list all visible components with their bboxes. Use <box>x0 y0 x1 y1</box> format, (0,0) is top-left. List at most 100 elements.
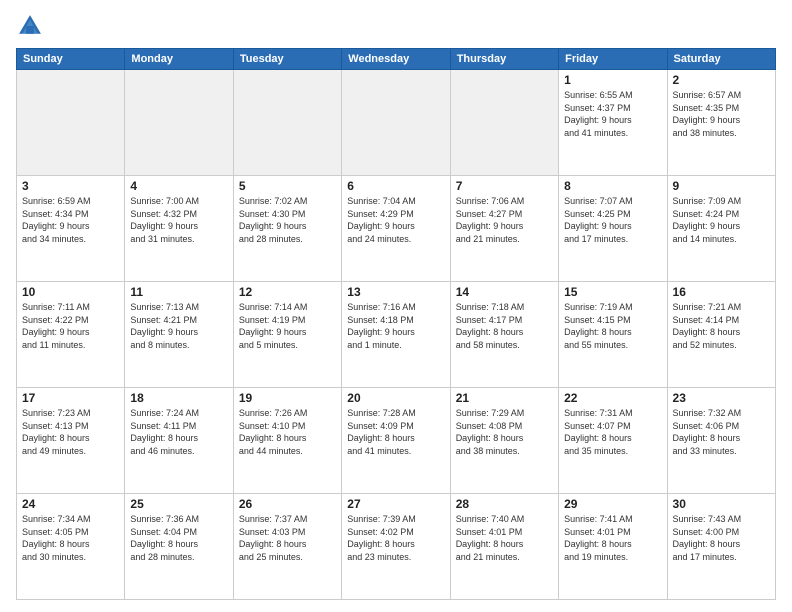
day-number: 19 <box>239 391 336 405</box>
day-number: 10 <box>22 285 119 299</box>
day-number: 6 <box>347 179 444 193</box>
day-info: Sunrise: 7:37 AM Sunset: 4:03 PM Dayligh… <box>239 513 336 563</box>
day-cell-19: 19 Sunrise: 7:26 AM Sunset: 4:10 PM Dayli… <box>233 388 341 494</box>
day-info: Sunrise: 7:14 AM Sunset: 4:19 PM Dayligh… <box>239 301 336 351</box>
day-info: Sunrise: 7:04 AM Sunset: 4:29 PM Dayligh… <box>347 195 444 245</box>
day-info: Sunrise: 6:55 AM Sunset: 4:37 PM Dayligh… <box>564 89 661 139</box>
day-number: 28 <box>456 497 553 511</box>
day-cell-27: 27Sunrise: 7:39 AM Sunset: 4:02 PM Dayli… <box>342 494 450 600</box>
day-cell-15: 15 Sunrise: 7:19 AM Sunset: 4:15 PM Dayli… <box>559 282 667 388</box>
weekday-header-saturday: Saturday <box>667 49 775 70</box>
day-info: Sunrise: 7:29 AM Sunset: 4:08 PM Dayligh… <box>456 407 553 457</box>
day-info: Sunrise: 7:13 AM Sunset: 4:21 PM Dayligh… <box>130 301 227 351</box>
day-info: Sunrise: 7:06 AM Sunset: 4:27 PM Dayligh… <box>456 195 553 245</box>
day-number: 12 <box>239 285 336 299</box>
day-number: 22 <box>564 391 661 405</box>
day-cell-22: 22 Sunrise: 7:31 AM Sunset: 4:07 PM Dayli… <box>559 388 667 494</box>
header <box>16 12 776 40</box>
day-number: 29 <box>564 497 661 511</box>
day-info: Sunrise: 7:23 AM Sunset: 4:13 PM Dayligh… <box>22 407 119 457</box>
day-number: 13 <box>347 285 444 299</box>
day-info: Sunrise: 7:07 AM Sunset: 4:25 PM Dayligh… <box>564 195 661 245</box>
day-cell-24: 24 Sunrise: 7:34 AM Sunset: 4:05 PM Dayli… <box>17 494 125 600</box>
day-info: Sunrise: 7:31 AM Sunset: 4:07 PM Dayligh… <box>564 407 661 457</box>
day-cell-20: 20 Sunrise: 7:28 AM Sunset: 4:09 PM Dayli… <box>342 388 450 494</box>
day-info: Sunrise: 7:36 AM Sunset: 4:04 PM Dayligh… <box>130 513 227 563</box>
day-cell-empty-2 <box>233 70 341 176</box>
day-number: 4 <box>130 179 227 193</box>
day-cell-empty-3 <box>342 70 450 176</box>
day-cell-2: 2 Sunrise: 6:57 AM Sunset: 4:35 PM Daylig… <box>667 70 775 176</box>
day-number: 24 <box>22 497 119 511</box>
day-number: 17 <box>22 391 119 405</box>
day-number: 9 <box>673 179 770 193</box>
day-cell-25: 25 Sunrise: 7:36 AM Sunset: 4:04 PM Dayli… <box>125 494 233 600</box>
day-number: 1 <box>564 73 661 87</box>
day-cell-29: 29 Sunrise: 7:41 AM Sunset: 4:01 PM Dayli… <box>559 494 667 600</box>
day-cell-5: 5 Sunrise: 7:02 AM Sunset: 4:30 PM Daylig… <box>233 176 341 282</box>
weekday-header-wednesday: Wednesday <box>342 49 450 70</box>
day-info: Sunrise: 7:19 AM Sunset: 4:15 PM Dayligh… <box>564 301 661 351</box>
weekday-header-tuesday: Tuesday <box>233 49 341 70</box>
day-info: Sunrise: 7:26 AM Sunset: 4:10 PM Dayligh… <box>239 407 336 457</box>
day-cell-7: 7Sunrise: 7:06 AM Sunset: 4:27 PM Daylig… <box>450 176 558 282</box>
day-cell-11: 11 Sunrise: 7:13 AM Sunset: 4:21 PM Dayli… <box>125 282 233 388</box>
weekday-header-sunday: Sunday <box>17 49 125 70</box>
calendar-table: SundayMondayTuesdayWednesdayThursdayFrid… <box>16 48 776 600</box>
logo-icon <box>16 12 44 40</box>
day-cell-8: 8 Sunrise: 7:07 AM Sunset: 4:25 PM Daylig… <box>559 176 667 282</box>
day-info: Sunrise: 7:28 AM Sunset: 4:09 PM Dayligh… <box>347 407 444 457</box>
day-info: Sunrise: 7:09 AM Sunset: 4:24 PM Dayligh… <box>673 195 770 245</box>
day-number: 30 <box>673 497 770 511</box>
day-number: 18 <box>130 391 227 405</box>
day-number: 15 <box>564 285 661 299</box>
day-info: Sunrise: 7:40 AM Sunset: 4:01 PM Dayligh… <box>456 513 553 563</box>
day-info: Sunrise: 7:00 AM Sunset: 4:32 PM Dayligh… <box>130 195 227 245</box>
day-number: 5 <box>239 179 336 193</box>
week-row-2: 3 Sunrise: 6:59 AM Sunset: 4:34 PM Daylig… <box>17 176 776 282</box>
day-cell-4: 4 Sunrise: 7:00 AM Sunset: 4:32 PM Daylig… <box>125 176 233 282</box>
week-row-4: 17 Sunrise: 7:23 AM Sunset: 4:13 PM Dayli… <box>17 388 776 494</box>
day-number: 3 <box>22 179 119 193</box>
day-number: 23 <box>673 391 770 405</box>
week-row-5: 24 Sunrise: 7:34 AM Sunset: 4:05 PM Dayli… <box>17 494 776 600</box>
day-info: Sunrise: 7:32 AM Sunset: 4:06 PM Dayligh… <box>673 407 770 457</box>
day-cell-17: 17 Sunrise: 7:23 AM Sunset: 4:13 PM Dayli… <box>17 388 125 494</box>
day-cell-26: 26Sunrise: 7:37 AM Sunset: 4:03 PM Dayli… <box>233 494 341 600</box>
day-cell-empty-1 <box>125 70 233 176</box>
day-cell-10: 10 Sunrise: 7:11 AM Sunset: 4:22 PM Dayli… <box>17 282 125 388</box>
day-info: Sunrise: 7:16 AM Sunset: 4:18 PM Dayligh… <box>347 301 444 351</box>
day-cell-empty-4 <box>450 70 558 176</box>
day-cell-18: 18Sunrise: 7:24 AM Sunset: 4:11 PM Dayli… <box>125 388 233 494</box>
day-number: 8 <box>564 179 661 193</box>
day-cell-12: 12 Sunrise: 7:14 AM Sunset: 4:19 PM Dayli… <box>233 282 341 388</box>
day-cell-6: 6 Sunrise: 7:04 AM Sunset: 4:29 PM Daylig… <box>342 176 450 282</box>
day-info: Sunrise: 7:34 AM Sunset: 4:05 PM Dayligh… <box>22 513 119 563</box>
day-cell-1: 1 Sunrise: 6:55 AM Sunset: 4:37 PM Daylig… <box>559 70 667 176</box>
weekday-header-monday: Monday <box>125 49 233 70</box>
week-row-3: 10 Sunrise: 7:11 AM Sunset: 4:22 PM Dayli… <box>17 282 776 388</box>
day-cell-28: 28 Sunrise: 7:40 AM Sunset: 4:01 PM Dayli… <box>450 494 558 600</box>
day-number: 25 <box>130 497 227 511</box>
day-number: 20 <box>347 391 444 405</box>
day-info: Sunrise: 6:59 AM Sunset: 4:34 PM Dayligh… <box>22 195 119 245</box>
day-info: Sunrise: 7:02 AM Sunset: 4:30 PM Dayligh… <box>239 195 336 245</box>
day-number: 2 <box>673 73 770 87</box>
day-number: 16 <box>673 285 770 299</box>
day-cell-3: 3 Sunrise: 6:59 AM Sunset: 4:34 PM Daylig… <box>17 176 125 282</box>
day-number: 14 <box>456 285 553 299</box>
day-info: Sunrise: 7:21 AM Sunset: 4:14 PM Dayligh… <box>673 301 770 351</box>
day-number: 11 <box>130 285 227 299</box>
weekday-header-thursday: Thursday <box>450 49 558 70</box>
day-info: Sunrise: 6:57 AM Sunset: 4:35 PM Dayligh… <box>673 89 770 139</box>
day-cell-16: 16 Sunrise: 7:21 AM Sunset: 4:14 PM Dayli… <box>667 282 775 388</box>
week-row-1: 1 Sunrise: 6:55 AM Sunset: 4:37 PM Daylig… <box>17 70 776 176</box>
day-info: Sunrise: 7:41 AM Sunset: 4:01 PM Dayligh… <box>564 513 661 563</box>
day-number: 21 <box>456 391 553 405</box>
logo <box>16 12 48 40</box>
day-cell-9: 9 Sunrise: 7:09 AM Sunset: 4:24 PM Daylig… <box>667 176 775 282</box>
day-cell-30: 30Sunrise: 7:43 AM Sunset: 4:00 PM Dayli… <box>667 494 775 600</box>
day-cell-empty-0 <box>17 70 125 176</box>
day-info: Sunrise: 7:11 AM Sunset: 4:22 PM Dayligh… <box>22 301 119 351</box>
day-cell-21: 21 Sunrise: 7:29 AM Sunset: 4:08 PM Dayli… <box>450 388 558 494</box>
